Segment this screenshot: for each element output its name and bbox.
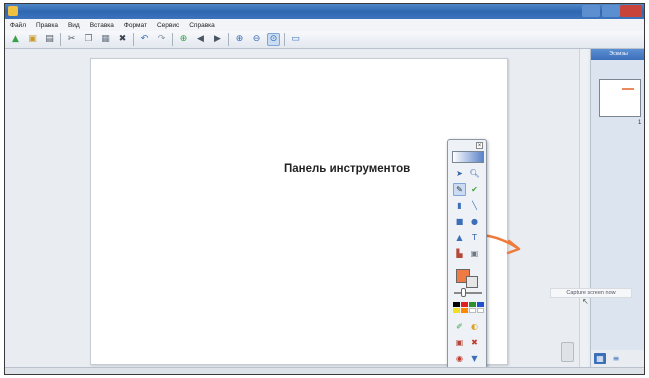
menu-item-6[interactable]: Справка bbox=[189, 22, 215, 29]
menu-item-0[interactable]: Файл bbox=[10, 22, 26, 29]
new-page-icon[interactable]: ⊕ bbox=[177, 33, 190, 46]
page-sorter-header: Эскизы bbox=[591, 49, 644, 60]
mouse-cursor-icon: ↖ bbox=[582, 297, 589, 306]
title-bar bbox=[5, 4, 644, 19]
rectangle-icon[interactable]: ■ bbox=[453, 215, 466, 228]
vertical-scrollbar[interactable] bbox=[579, 49, 588, 367]
shapes-icon[interactable]: ▣ bbox=[468, 247, 481, 260]
print-icon[interactable]: ▤ bbox=[43, 33, 56, 46]
screen-capture-icon[interactable]: ▭ bbox=[289, 33, 302, 46]
toolbar-separator bbox=[284, 33, 285, 46]
page-sorter-body: 1 bbox=[591, 60, 644, 350]
line-icon[interactable]: ╲ bbox=[468, 199, 481, 212]
zoom-tool-icon[interactable]: 🔍︎ bbox=[468, 167, 481, 180]
redo-icon[interactable]: ↷ bbox=[155, 33, 168, 46]
palette-swatch[interactable] bbox=[461, 308, 468, 313]
app-icon bbox=[8, 6, 18, 16]
close-button[interactable] bbox=[620, 5, 642, 17]
toolbar-separator bbox=[228, 33, 229, 46]
page-sorter-panel: Эскизы 1 ▦ ≡ bbox=[590, 49, 644, 367]
palette-swatch[interactable] bbox=[469, 302, 476, 307]
tool-grid: ➤ 🔍︎ ✎ ✔ ▮ ╲ ■ ● ▲ T ▙ ▣ bbox=[453, 167, 483, 260]
text-icon[interactable]: T bbox=[468, 231, 481, 244]
gallery-tab-icon[interactable]: ≡ bbox=[610, 353, 622, 364]
line-width-slider[interactable] bbox=[454, 292, 482, 294]
properties-icon[interactable]: ▣ bbox=[453, 336, 466, 349]
pen-icon[interactable]: ✎ bbox=[453, 183, 466, 196]
maximize-button[interactable] bbox=[602, 5, 620, 17]
menu-item-2[interactable]: Вид bbox=[68, 22, 80, 29]
minimize-button[interactable] bbox=[582, 5, 600, 17]
menu-item-4[interactable]: Формат bbox=[124, 22, 147, 29]
whiteboard-page[interactable]: Панель инструментов bbox=[90, 58, 521, 365]
menu-item-1[interactable]: Правка bbox=[36, 22, 58, 29]
trash-icon[interactable] bbox=[561, 342, 574, 362]
magic-pen-icon[interactable]: ✐ bbox=[453, 320, 466, 333]
line-width-slider-knob[interactable] bbox=[461, 288, 466, 297]
status-bar bbox=[5, 367, 644, 374]
creative-pen-icon[interactable]: ◐ bbox=[468, 320, 481, 333]
application-window: Файл Правка Вид Вставка Формат Сервис Справка … bbox=[4, 3, 645, 375]
palette-swatch[interactable] bbox=[477, 302, 484, 307]
page-number: 1 bbox=[638, 120, 642, 126]
ellipse-icon[interactable]: ● bbox=[468, 215, 481, 228]
capture-tooltip: Capture screen now bbox=[550, 288, 632, 298]
delete-icon[interactable]: ✖ bbox=[116, 33, 129, 46]
pen-preview bbox=[452, 151, 484, 163]
save-icon[interactable]: ▣ bbox=[26, 33, 39, 46]
fill-icon[interactable]: ▙ bbox=[453, 247, 466, 260]
color-palette bbox=[453, 302, 484, 313]
toolbar-separator bbox=[133, 33, 134, 46]
annotation-label: Панель инструментов bbox=[284, 163, 411, 175]
page-sorter-tab-icon[interactable]: ▦ bbox=[594, 353, 606, 364]
workspace: Панель инструментов × ➤ 🔍︎ ✎ ✔ ▮ ╲ ■ ● ▲ T ▙ ▣ ✐ ◐ ▣ ✖… bbox=[5, 49, 590, 374]
cut-icon[interactable]: ✂ bbox=[65, 33, 78, 46]
tools-panel: × ➤🔍︎✎✔▮╲■●▲T▙▣ ✐◐▣✖◉▼▤▙ bbox=[447, 139, 487, 374]
record-icon[interactable]: ◉ bbox=[453, 352, 466, 365]
previous-page-icon[interactable]: ◀ bbox=[194, 33, 207, 46]
palette-swatch[interactable] bbox=[461, 302, 468, 307]
side-panel-tabs: ▦ ≡ bbox=[591, 350, 644, 367]
palette-swatch[interactable] bbox=[453, 308, 460, 313]
paste-icon[interactable]: ▦ bbox=[99, 33, 112, 46]
copy-icon[interactable]: ❐ bbox=[82, 33, 95, 46]
triangle-icon[interactable]: ▲ bbox=[453, 231, 466, 244]
tools-panel-close-button[interactable]: × bbox=[476, 142, 483, 149]
palette-swatch[interactable] bbox=[469, 308, 476, 313]
next-page-icon[interactable]: ▶ bbox=[211, 33, 224, 46]
menu-bar: Файл Правка Вид Вставка Формат Сервис Справка bbox=[5, 19, 644, 31]
thumbnail-content bbox=[622, 88, 634, 90]
zoom-in-icon[interactable]: ⊕ bbox=[233, 33, 246, 46]
menu-item-3[interactable]: Вставка bbox=[90, 22, 114, 29]
screen-shade-icon[interactable]: ▼ bbox=[468, 352, 481, 365]
toolbar-separator bbox=[60, 33, 61, 46]
secondary-color-swatch[interactable] bbox=[466, 276, 478, 288]
clear-icon[interactable]: ✖ bbox=[468, 336, 481, 349]
highlighter-icon[interactable]: ✔ bbox=[468, 183, 481, 196]
select-arrow-icon[interactable]: ➤ bbox=[453, 167, 466, 180]
palette-swatch[interactable] bbox=[477, 308, 484, 313]
undo-icon[interactable]: ↶ bbox=[138, 33, 151, 46]
main-toolbar: ▲ ▣ ▤ ✂ ❐ ▦ ✖ ↶ ↷ ⊕ ◀ ▶ ⊕ ⊖ ⊙ ▭ bbox=[5, 31, 644, 49]
open-folder-icon[interactable]: ▲ bbox=[9, 33, 22, 46]
zoom-out-icon[interactable]: ⊖ bbox=[250, 33, 263, 46]
menu-item-5[interactable]: Сервис bbox=[157, 22, 179, 29]
zoom-fit-icon[interactable]: ⊙ bbox=[267, 33, 280, 46]
toolbar-separator bbox=[172, 33, 173, 46]
page-thumbnail[interactable] bbox=[599, 79, 641, 117]
eraser-icon[interactable]: ▮ bbox=[453, 199, 466, 212]
palette-swatch[interactable] bbox=[453, 302, 460, 307]
